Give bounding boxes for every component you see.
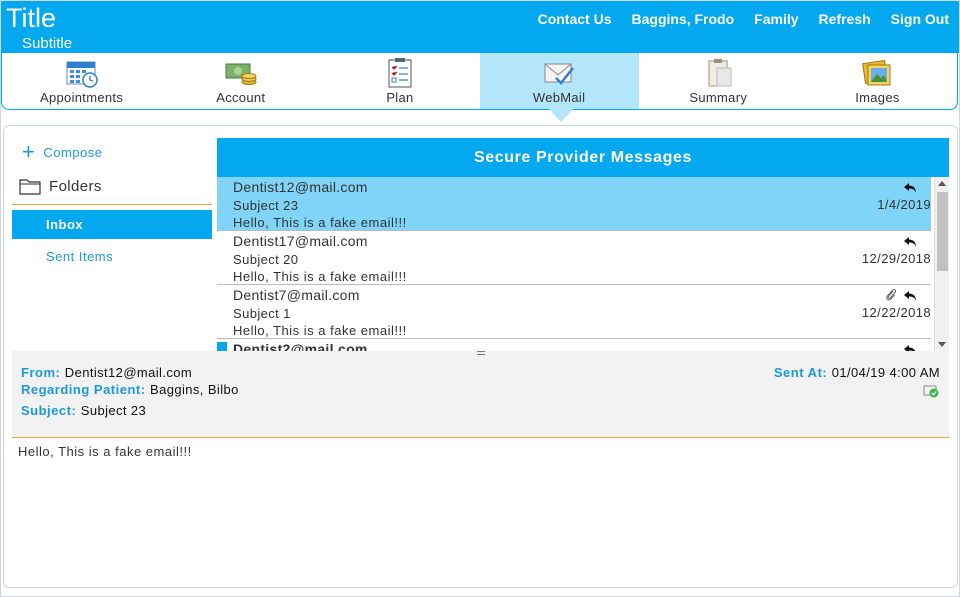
message-detail-header: From: Dentist12@mail.com Regarding Patie… [12, 356, 949, 438]
tab-webmail[interactable]: WebMail [479, 53, 639, 109]
user-name-link[interactable]: Baggins, Frodo [632, 11, 735, 27]
scroll-thumb[interactable] [937, 192, 948, 271]
reply-icon [904, 237, 916, 247]
family-link[interactable]: Family [754, 11, 798, 27]
tab-account[interactable]: Account [161, 53, 320, 109]
message-row[interactable]: Dentist12@mail.com Subject 23 Hello, Thi… [217, 177, 931, 231]
tab-label: Account [216, 90, 266, 105]
clipboard-icon [708, 59, 732, 87]
patient-label: Regarding Patient: [21, 382, 146, 397]
message-date: 1/4/2019 [877, 197, 931, 212]
sent-at-value: 01/04/19 4:00 AM [831, 365, 940, 380]
scroll-up-arrow-icon[interactable] [938, 181, 946, 186]
tab-plan[interactable]: Plan [320, 53, 479, 109]
message-preview: Hello, This is a fake email!!! [233, 269, 407, 284]
message-row[interactable]: Dentist17@mail.com Subject 20 Hello, Thi… [217, 231, 931, 285]
tab-label: Appointments [40, 90, 124, 105]
tab-label: Summary [689, 90, 748, 105]
message-subject: Subject 1 [233, 306, 291, 321]
folder-sent-items[interactable]: Sent Items [46, 249, 113, 264]
mail-check-icon [544, 63, 575, 85]
from-value: Dentist12@mail.com [64, 365, 193, 380]
refresh-link[interactable]: Refresh [819, 11, 871, 27]
detail-from: From: Dentist12@mail.com [21, 364, 192, 382]
message-preview: Hello, This is a fake email!!! [233, 323, 407, 338]
detail-sent-at: Sent At: 01/04/19 4:00 AM [774, 364, 940, 382]
splitter-grip-icon [477, 351, 485, 355]
active-tab-pointer [549, 109, 573, 122]
subject-label: Subject: [21, 403, 77, 418]
calendar-icon [66, 61, 98, 88]
webmail-panel: + Compose Folders Inbox Sent Items Secur… [3, 125, 958, 588]
message-subject: Subject 23 [233, 198, 299, 213]
subject-value: Subject 23 [80, 403, 147, 418]
app-title: Title [6, 3, 57, 33]
tab-label: Images [855, 90, 900, 105]
top-links: Contact Us Baggins, Frodo Family Refresh… [518, 11, 949, 27]
messages-header: Secure Provider Messages [217, 138, 949, 177]
reply-icon [904, 183, 916, 193]
compose-label: Compose [43, 144, 103, 160]
contact-us-link[interactable]: Contact Us [538, 11, 612, 27]
sign-out-link[interactable]: Sign Out [891, 11, 949, 27]
message-date: 12/29/2018 [861, 251, 931, 266]
detail-subject: Subject: Subject 23 [21, 402, 146, 420]
message-row[interactable]: Dentist2@mail.com [217, 339, 931, 351]
money-icon [225, 63, 257, 85]
message-subject: Subject 20 [233, 252, 299, 267]
folders-heading: Folders [19, 178, 102, 195]
compose-button[interactable]: + Compose [22, 139, 103, 164]
folders-label: Folders [49, 178, 102, 195]
message-row[interactable]: Dentist7@mail.com Subject 1 Hello, This … [217, 285, 931, 339]
folder-icon [19, 179, 41, 195]
message-from: Dentist12@mail.com [233, 179, 368, 195]
tab-appointments[interactable]: Appointments [2, 53, 161, 109]
app-header: Title Subtitle Contact Us Baggins, Frodo… [1, 1, 959, 53]
mark-read-icon[interactable] [923, 384, 939, 398]
main-nav: Appointments Account Plan WebMail Summar… [1, 53, 958, 110]
app-subtitle: Subtitle [22, 35, 73, 52]
paperclip-icon [886, 288, 897, 301]
message-list: Dentist12@mail.com Subject 23 Hello, Thi… [217, 177, 949, 351]
patient-value: Baggins, Bilbo [150, 382, 239, 397]
message-from: Dentist7@mail.com [233, 287, 360, 303]
tab-label: WebMail [532, 90, 586, 105]
message-list-scrollbar[interactable] [934, 177, 949, 351]
sent-at-label: Sent At: [773, 365, 828, 380]
tab-summary[interactable]: Summary [639, 53, 798, 109]
message-body: Hello, This is a fake email!!! [18, 444, 192, 459]
scroll-down-arrow-icon[interactable] [938, 342, 946, 347]
from-label: From: [21, 365, 61, 380]
message-from: Dentist2@mail.com [233, 341, 368, 351]
message-preview: Hello, This is a fake email!!! [233, 215, 407, 230]
folders-divider [12, 204, 212, 205]
detail-patient: Regarding Patient: Baggins, Bilbo [21, 381, 239, 399]
message-from: Dentist17@mail.com [233, 233, 368, 249]
folder-inbox[interactable]: Inbox [12, 210, 212, 239]
tab-images[interactable]: Images [798, 53, 957, 109]
unread-marker [217, 342, 227, 351]
message-date: 12/22/2018 [861, 305, 931, 320]
reply-icon [904, 345, 916, 351]
photos-icon [862, 60, 891, 86]
reply-icon [904, 291, 916, 301]
plus-icon: + [22, 139, 36, 164]
tab-label: Plan [386, 90, 414, 105]
clipboard-list-icon [388, 58, 412, 88]
